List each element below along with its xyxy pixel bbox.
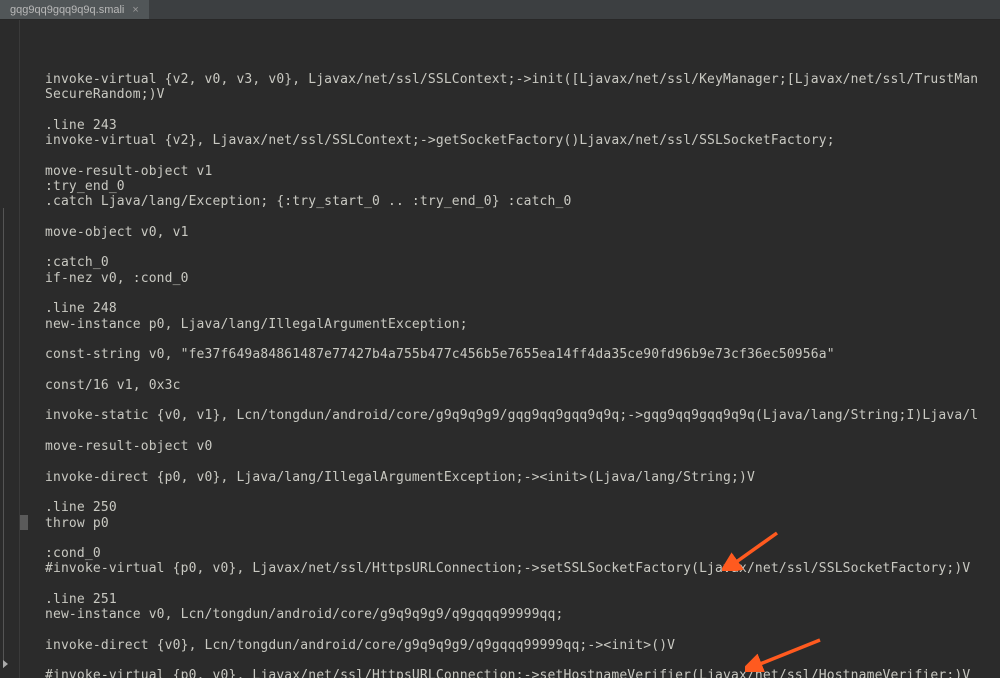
fold-guide [3, 208, 4, 668]
caret-marker-icon [3, 660, 8, 668]
text-cursor [20, 515, 28, 530]
editor-tab[interactable]: gqg9qq9gqq9q9q.smali × [0, 0, 149, 19]
tab-bar: gqg9qq9gqq9q9q.smali × [0, 0, 1000, 20]
close-icon[interactable]: × [132, 4, 138, 16]
code-content: invoke-virtual {v2, v0, v3, v0}, Ljavax/… [45, 72, 1000, 678]
gutter [0, 20, 20, 678]
code-editor[interactable]: invoke-virtual {v2, v0, v3, v0}, Ljavax/… [20, 20, 1000, 678]
editor-wrap: invoke-virtual {v2, v0, v3, v0}, Ljavax/… [0, 20, 1000, 678]
tab-filename: gqg9qq9gqq9q9q.smali [10, 4, 124, 16]
